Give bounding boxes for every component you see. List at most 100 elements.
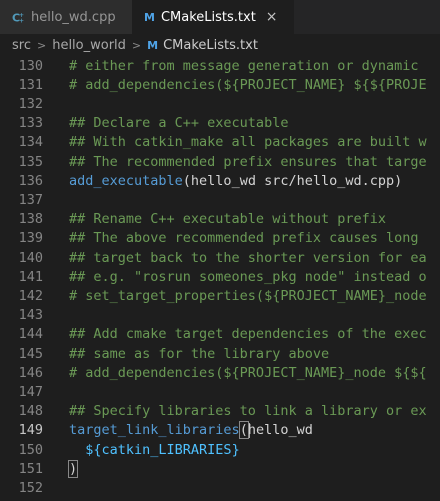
breadcrumb-item-src[interactable]: src bbox=[12, 38, 31, 53]
close-icon[interactable]: × bbox=[266, 9, 278, 25]
code-line[interactable]: 135 ## The recommended prefix ensures tha… bbox=[0, 153, 440, 172]
tab-bar: C + + hello_wd.cpp M CMakeLists.txt × bbox=[0, 0, 440, 34]
code-line[interactable]: 141 ## e.g. "rosrun someones_pkg node" in… bbox=[0, 268, 440, 287]
comment-text: ## With catkin_make all packages are bui… bbox=[69, 134, 427, 151]
code-text: ## Declare a C++ executable bbox=[69, 114, 288, 133]
code-text: ## same as for the library above bbox=[69, 345, 329, 364]
code-text: ## e.g. "rosrun someones_pkg node" inste… bbox=[69, 268, 427, 287]
variable-reference: ${catkin_LIBRARIES} bbox=[85, 441, 240, 458]
code-line[interactable]: 147 bbox=[0, 383, 440, 402]
code-line[interactable]: 132 bbox=[0, 95, 440, 114]
code-line[interactable]: 138 ## Rename C++ executable without pref… bbox=[0, 210, 440, 229]
code-text: # either from message generation or dyna… bbox=[69, 57, 419, 76]
code-line[interactable]: 137 bbox=[0, 191, 440, 210]
line-number: 147 bbox=[18, 383, 43, 400]
line-number: 141 bbox=[18, 268, 43, 285]
code-text: ## The recommended prefix ensures that t… bbox=[69, 153, 427, 172]
code-text: ## Specify libraries to link a library o… bbox=[69, 402, 427, 421]
code-text: ${catkin_LIBRARIES} bbox=[69, 441, 240, 460]
code-line[interactable]: 131 # add_dependencies(${PROJECT_NAME} ${… bbox=[0, 76, 440, 95]
code-text: ## Add cmake target dependencies of the … bbox=[69, 325, 427, 344]
comment-text: ## e.g. "rosrun someones_pkg node" inste… bbox=[69, 268, 427, 285]
code-line[interactable]: 133 ## Declare a C++ executable bbox=[0, 114, 440, 133]
code-text: # add_dependencies(${PROJECT_NAME} ${${P… bbox=[69, 76, 427, 95]
comment-text: ## target back to the shorter version fo… bbox=[69, 249, 427, 266]
line-number: 149 bbox=[18, 422, 43, 439]
code-line[interactable]: 139 ## The above recommended prefix cause… bbox=[0, 229, 440, 248]
code-editor[interactable]: 130 # either from message generation or d… bbox=[0, 56, 440, 501]
code-line[interactable]: 149 target_link_libraries(hello_wd bbox=[0, 421, 440, 440]
line-number: 148 bbox=[18, 403, 43, 420]
line-number: 135 bbox=[18, 153, 43, 170]
tab-label: CMakeLists.txt bbox=[160, 9, 256, 25]
chevron-right-icon: > bbox=[131, 38, 142, 52]
code-text: add_executable(hello_wd src/hello_wd.cpp… bbox=[69, 172, 402, 191]
code-line[interactable]: 151) bbox=[0, 459, 440, 479]
tab-label: hello_wd.cpp bbox=[31, 9, 116, 25]
comment-text: ## Declare a C++ executable bbox=[69, 115, 289, 132]
cmake-file-icon: M bbox=[144, 10, 155, 24]
line-number: 143 bbox=[18, 307, 43, 324]
line-number: 152 bbox=[18, 479, 43, 496]
code-text: ) bbox=[67, 459, 79, 479]
line-number: 145 bbox=[18, 345, 43, 362]
code-line[interactable]: 144 ## Add cmake target dependencies of t… bbox=[0, 325, 440, 344]
code-text: ## The above recommended prefix causes l… bbox=[69, 229, 419, 248]
cpp-file-icon: C + + bbox=[12, 11, 25, 24]
chevron-right-icon: > bbox=[36, 38, 47, 52]
line-number: 134 bbox=[18, 134, 43, 151]
comment-text: ## The above recommended prefix causes l… bbox=[69, 230, 419, 247]
line-number: 140 bbox=[18, 249, 43, 266]
line-number: 142 bbox=[18, 287, 43, 304]
line-number: 132 bbox=[18, 95, 43, 112]
cmake-file-icon: M bbox=[147, 38, 159, 52]
line-number: 138 bbox=[18, 211, 43, 228]
code-line[interactable]: 136 add_executable(hello_wd src/hello_wd.… bbox=[0, 172, 440, 191]
line-number: 131 bbox=[18, 76, 43, 93]
breadcrumb-item-cmakelists[interactable]: CMakeLists.txt bbox=[163, 38, 258, 53]
code-line[interactable]: 140 ## target back to the shorter version… bbox=[0, 249, 440, 268]
line-number: 133 bbox=[18, 115, 43, 132]
comment-text: ## Rename C++ executable without prefix bbox=[69, 211, 386, 228]
bracket: ( bbox=[238, 421, 249, 440]
bracket: ) bbox=[67, 459, 79, 478]
code-text: target_link_libraries(hello_wd bbox=[69, 421, 313, 440]
breadcrumb: src > hello_world > M CMakeLists.txt bbox=[0, 34, 440, 56]
code-text: ## Rename C++ executable without prefix bbox=[69, 210, 386, 229]
code-line[interactable]: 142 # set_target_properties(${PROJECT_NAM… bbox=[0, 287, 440, 306]
code-text: ## With catkin_make all packages are bui… bbox=[69, 133, 427, 152]
code-text: # add_dependencies(${PROJECT_NAME}_node … bbox=[69, 364, 427, 383]
line-number: 136 bbox=[18, 172, 43, 189]
line-number: 146 bbox=[18, 364, 43, 381]
code-line[interactable]: 152 bbox=[0, 479, 440, 498]
comment-text: # set_target_properties(${PROJECT_NAME}_… bbox=[69, 287, 427, 304]
comment-text: ## Specify libraries to link a library o… bbox=[69, 403, 427, 420]
line-number: 139 bbox=[18, 230, 43, 247]
comment-text: ## The recommended prefix ensures that t… bbox=[69, 153, 427, 170]
code-line[interactable]: 148 ## Specify libraries to link a librar… bbox=[0, 402, 440, 421]
code-arguments: hello_wd bbox=[247, 422, 313, 439]
line-number: 150 bbox=[18, 441, 43, 458]
comment-text: # either from message generation or dyna… bbox=[69, 57, 419, 74]
tab-hello-wd-cpp[interactable]: C + + hello_wd.cpp bbox=[0, 0, 132, 34]
function-name: add_executable bbox=[69, 172, 183, 189]
comment-text: # add_dependencies(${PROJECT_NAME} ${${P… bbox=[69, 76, 427, 93]
breadcrumb-item-hello-world[interactable]: hello_world bbox=[52, 38, 126, 53]
code-text: ## target back to the shorter version fo… bbox=[69, 249, 427, 268]
code-text: # set_target_properties(${PROJECT_NAME}_… bbox=[69, 287, 427, 306]
line-number: 151 bbox=[18, 460, 43, 477]
code-line[interactable]: 145 ## same as for the library above bbox=[0, 345, 440, 364]
code-line[interactable]: 143 bbox=[0, 306, 440, 325]
code-line[interactable]: 134 ## With catkin_make all packages are … bbox=[0, 133, 440, 152]
comment-text: ## Add cmake target dependencies of the … bbox=[69, 326, 427, 343]
comment-text: ## same as for the library above bbox=[69, 345, 330, 362]
tab-cmakelists[interactable]: M CMakeLists.txt × bbox=[132, 0, 294, 34]
code-line[interactable]: 130 # either from message generation or d… bbox=[0, 57, 440, 76]
line-number: 130 bbox=[18, 57, 43, 74]
comment-text: # add_dependencies(${PROJECT_NAME}_node … bbox=[69, 364, 427, 381]
code-line[interactable]: 150 ${catkin_LIBRARIES} bbox=[0, 441, 440, 460]
code-line[interactable]: 146 # add_dependencies(${PROJECT_NAME}_no… bbox=[0, 364, 440, 383]
svg-text:+: + bbox=[19, 17, 24, 24]
line-number: 137 bbox=[18, 191, 43, 208]
